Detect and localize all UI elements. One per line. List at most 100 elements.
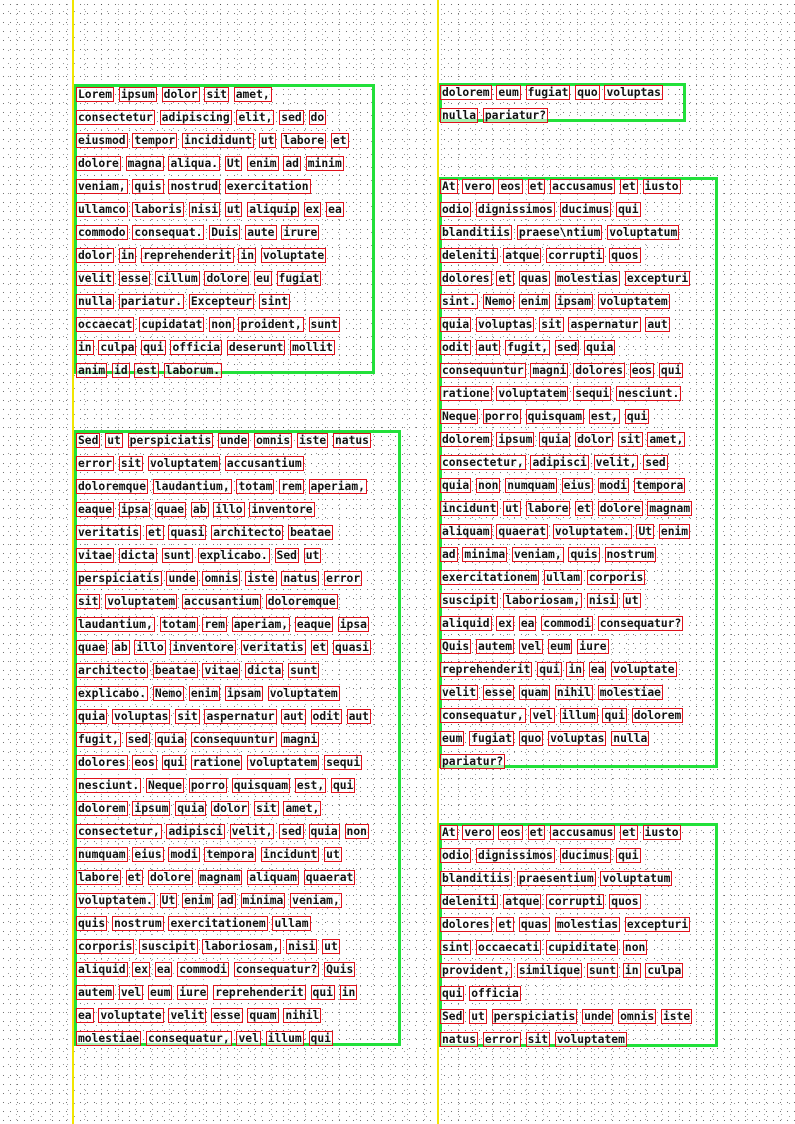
text-block-3: dolorem eum fugiat quo voluptas nulla par…	[439, 82, 663, 128]
text-line: in culpa qui officia deserunt mollit	[76, 337, 348, 360]
word-box: tempora	[204, 847, 257, 862]
word-box: voluptatem	[554, 1032, 627, 1047]
text-line: Neque porro quisquam est, qui	[439, 406, 691, 429]
word-box: qui	[616, 202, 641, 217]
text-line: sint. Nemo enim ipsam voluptatem	[439, 291, 691, 314]
text-line: veniam, quis nostrud exercitation	[76, 176, 348, 199]
word-box: eos	[629, 363, 655, 378]
word-box: eum	[148, 985, 173, 1000]
word-box: aperiam,	[231, 617, 291, 632]
word-box: veniam,	[76, 179, 128, 194]
word-box: natus	[439, 1032, 479, 1047]
text-line: aliquam quaerat voluptatem. Ut enim	[440, 521, 691, 544]
text-line: ad minima veniam, quis nostrum	[440, 544, 691, 567]
text-line: eiusmod tempor incididunt ut labore et	[76, 130, 349, 153]
text-line: velit esse cillum dolore eu fugiat	[75, 268, 348, 291]
word-box: accusantium	[224, 456, 304, 471]
word-box: quae	[154, 502, 187, 517]
word-box: aut	[476, 340, 501, 355]
word-box: omnis	[202, 571, 241, 586]
word-box: dolores	[440, 271, 492, 286]
word-box: dolore	[76, 156, 121, 171]
word-box: Excepteur	[188, 294, 255, 309]
word-box: est,	[294, 778, 327, 793]
word-box: Sed	[439, 1009, 465, 1024]
word-box: eos	[498, 825, 523, 840]
word-box: totam	[236, 479, 275, 494]
word-box: quaerat	[303, 870, 356, 885]
word-box: vel	[518, 639, 544, 654]
word-box: non	[209, 317, 234, 332]
word-box: dolor	[161, 87, 200, 102]
word-box: fugiat	[525, 85, 571, 100]
word-box: enim	[188, 686, 221, 701]
word-box: ab	[112, 640, 130, 655]
word-box: voluptas	[548, 731, 607, 746]
word-box: molestiae	[75, 1031, 142, 1046]
word-box: ratione	[440, 386, 492, 401]
word-box: dolores	[76, 755, 128, 770]
word-box: ea	[326, 202, 344, 217]
word-box: molestiae	[597, 685, 663, 700]
word-box: unde	[166, 571, 198, 586]
word-box: consequatur,	[146, 1031, 232, 1046]
word-box: quisquam	[525, 409, 585, 424]
word-box: velit	[168, 1008, 207, 1023]
text-line: sint occaecati cupiditate non	[439, 937, 691, 960]
word-box: cillum	[154, 271, 200, 286]
word-box: totam	[159, 617, 198, 632]
word-box: doloremque	[75, 479, 149, 494]
word-box: Quis	[439, 639, 472, 654]
word-box: molestias	[554, 917, 621, 932]
word-box: quos	[609, 248, 641, 263]
word-box: voluptas	[604, 85, 663, 100]
word-box: vel	[236, 1031, 261, 1046]
word-box: ab	[190, 502, 209, 517]
word-box: eos	[498, 179, 523, 194]
word-box: et	[310, 640, 329, 655]
word-box: ex	[496, 616, 515, 631]
word-box: laborum.	[163, 363, 223, 378]
word-box: consectetur,	[440, 455, 526, 470]
word-box: laboriosam,	[503, 593, 583, 608]
word-box: quae	[75, 640, 108, 655]
word-box: qui	[439, 986, 465, 1001]
word-box: iusto	[642, 179, 681, 194]
word-box: architecto	[75, 663, 149, 678]
word-box: suscipit	[139, 939, 198, 954]
word-box: eum	[439, 731, 465, 746]
word-box: exercitation	[224, 179, 311, 194]
word-box: magnam	[647, 501, 693, 516]
word-box: quo	[575, 85, 600, 100]
text-block-5: At vero eos et accusamus et iusto odio di…	[439, 822, 693, 1052]
word-box: aliquam	[247, 870, 299, 885]
word-box: nihil	[283, 1008, 322, 1023]
word-box: omnis	[254, 433, 293, 448]
word-box: quia	[539, 432, 571, 447]
word-box: amet,	[283, 801, 322, 816]
word-box: provident,	[439, 963, 513, 978]
word-box: quaerat	[496, 524, 549, 539]
word-box: quia	[439, 317, 472, 332]
word-box: quos	[609, 894, 641, 909]
word-box: nisi	[286, 939, 318, 954]
word-box: non	[622, 940, 648, 955]
word-box: excepturi	[624, 917, 691, 932]
word-box: perspiciatis	[127, 433, 214, 448]
word-box: fugiat	[469, 731, 515, 746]
word-box: in	[76, 340, 94, 355]
word-box: atque	[503, 894, 542, 909]
word-box: natus	[332, 433, 371, 448]
word-box: exercitationem	[439, 570, 540, 585]
word-box: accusantium	[182, 594, 261, 609]
word-box: sequi	[573, 386, 612, 401]
word-box: eaque	[294, 617, 333, 632]
word-box: aperiam,	[308, 479, 367, 494]
word-box: iste	[660, 1009, 693, 1024]
word-box: dolore	[148, 870, 193, 885]
word-box: sit	[175, 709, 200, 724]
word-box: ut	[622, 593, 641, 608]
word-box: dicta	[118, 548, 157, 563]
word-box: laboriosam,	[202, 939, 282, 954]
word-box: consectetur	[76, 110, 155, 125]
